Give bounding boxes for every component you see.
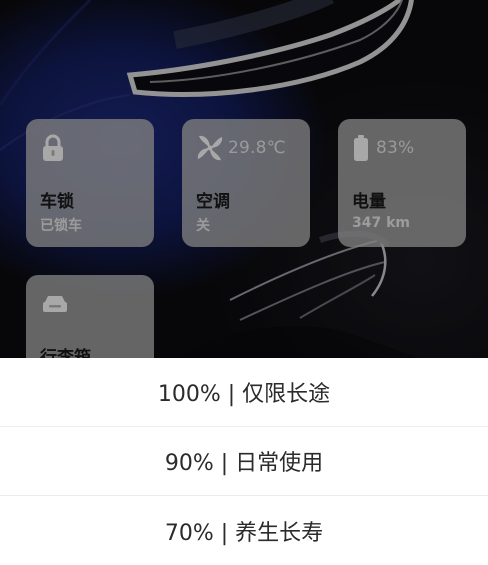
ac-title: 空调: [196, 192, 230, 212]
ac-temperature: 29.8℃: [228, 138, 286, 158]
lock-icon: [40, 134, 66, 162]
battery-icon: [352, 134, 370, 162]
charge-limit-sheet: 100% | 仅限长途 90% | 日常使用 70% | 养生长寿: [0, 358, 488, 557]
trunk-icon: [40, 290, 70, 318]
ac-card[interactable]: 29.8℃ 空调 关: [182, 119, 310, 247]
charge-limit-option-70[interactable]: 70% | 养生长寿: [0, 496, 488, 565]
battery-percent: 83%: [376, 138, 415, 158]
battery-range: 347 km: [352, 215, 410, 231]
lock-card[interactable]: 车锁 已锁车: [26, 119, 154, 247]
battery-title: 电量: [352, 192, 386, 212]
lock-title: 车锁: [40, 192, 74, 212]
charge-limit-option-90[interactable]: 90% | 日常使用: [0, 427, 488, 496]
fan-icon: [196, 134, 223, 162]
battery-card[interactable]: 83% 电量 347 km: [338, 119, 466, 247]
ac-status: 关: [196, 218, 210, 234]
charge-limit-option-100[interactable]: 100% | 仅限长途: [0, 358, 488, 427]
lock-status: 已锁车: [40, 218, 82, 234]
